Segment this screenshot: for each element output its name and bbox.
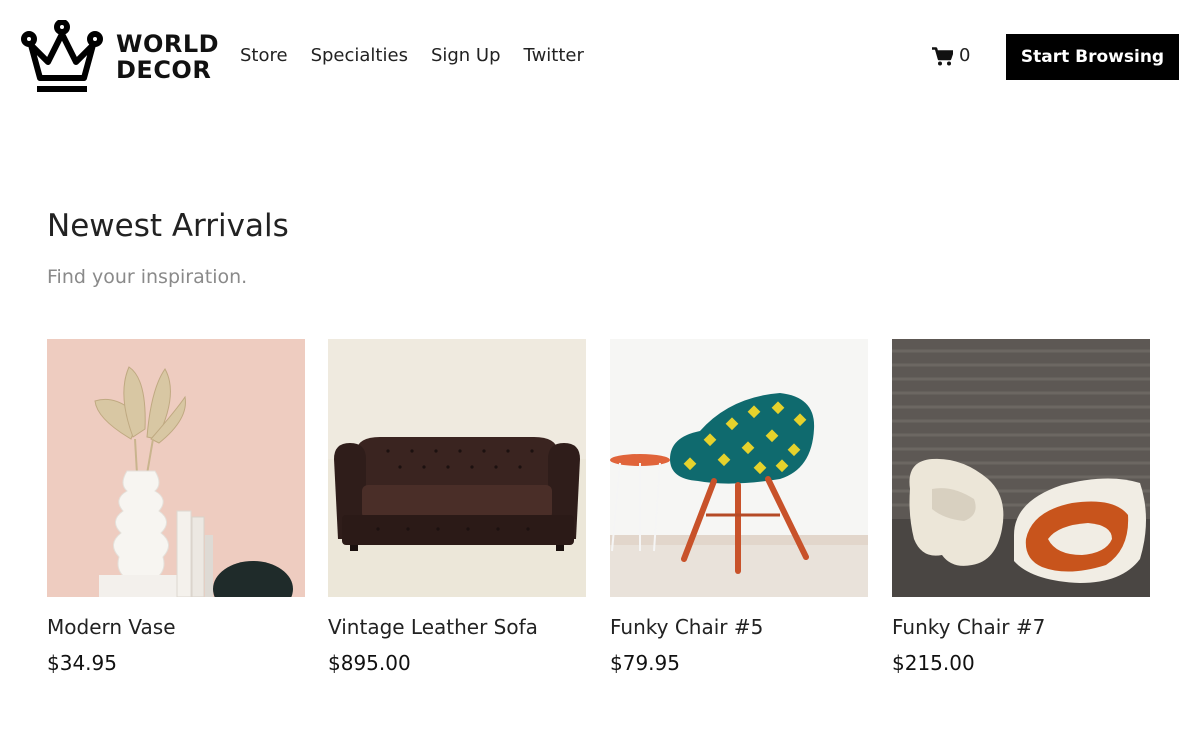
product-price: $79.95 — [610, 651, 680, 675]
funky-chair-5-image[interactable] — [610, 339, 868, 597]
leather-sofa-image[interactable] — [328, 339, 586, 597]
brand-logo[interactable]: WORLD DECOR — [20, 20, 219, 94]
main-nav: Store Specialties Sign Up Twitter — [240, 44, 584, 68]
crown-icon — [21, 20, 103, 92]
vase-illustration — [47, 339, 305, 597]
section-subtitle: Find your inspiration. — [47, 266, 248, 288]
product-name[interactable]: Vintage Leather Sofa — [328, 614, 586, 640]
chair-7-illustration — [892, 339, 1150, 597]
section-title: Newest Arrivals — [47, 208, 289, 244]
product-name[interactable]: Modern Vase — [47, 614, 305, 640]
product-card[interactable]: Funky Chair #7 $215.00 — [892, 339, 1150, 676]
nav-link-specialties[interactable]: Specialties — [311, 44, 408, 68]
product-name[interactable]: Funky Chair #7 — [892, 614, 1150, 640]
cart-icon — [932, 46, 953, 65]
nav-link-twitter[interactable]: Twitter — [524, 44, 584, 68]
product-price: $215.00 — [892, 651, 975, 675]
start-browsing-button[interactable]: Start Browsing — [1006, 34, 1179, 80]
product-card[interactable]: Modern Vase $34.95 — [47, 339, 305, 676]
nav-link-store[interactable]: Store — [240, 44, 288, 68]
product-card[interactable]: Vintage Leather Sofa $895.00 — [328, 339, 586, 676]
chair-5-illustration — [610, 339, 868, 597]
product-name[interactable]: Funky Chair #5 — [610, 614, 868, 640]
cart-button[interactable]: 0 — [932, 44, 970, 68]
product-price: $34.95 — [47, 651, 117, 675]
modern-vase-image[interactable] — [47, 339, 305, 597]
cart-count: 0 — [959, 45, 971, 66]
sofa-illustration — [328, 339, 586, 597]
brand-line-1: WORLD — [116, 30, 220, 58]
brand-name: WORLD DECOR — [116, 31, 219, 83]
nav-link-sign-up[interactable]: Sign Up — [431, 44, 501, 68]
product-card[interactable]: Funky Chair #5 $79.95 — [610, 339, 868, 676]
brand-line-2: DECOR — [116, 56, 212, 84]
product-price: $895.00 — [328, 651, 411, 675]
funky-chair-7-image[interactable] — [892, 339, 1150, 597]
site-header: WORLD DECOR Store Specialties Sign Up Tw… — [0, 0, 1200, 112]
product-grid: Modern Vase $34.95 Vintage Leather Sofa … — [47, 339, 1150, 679]
